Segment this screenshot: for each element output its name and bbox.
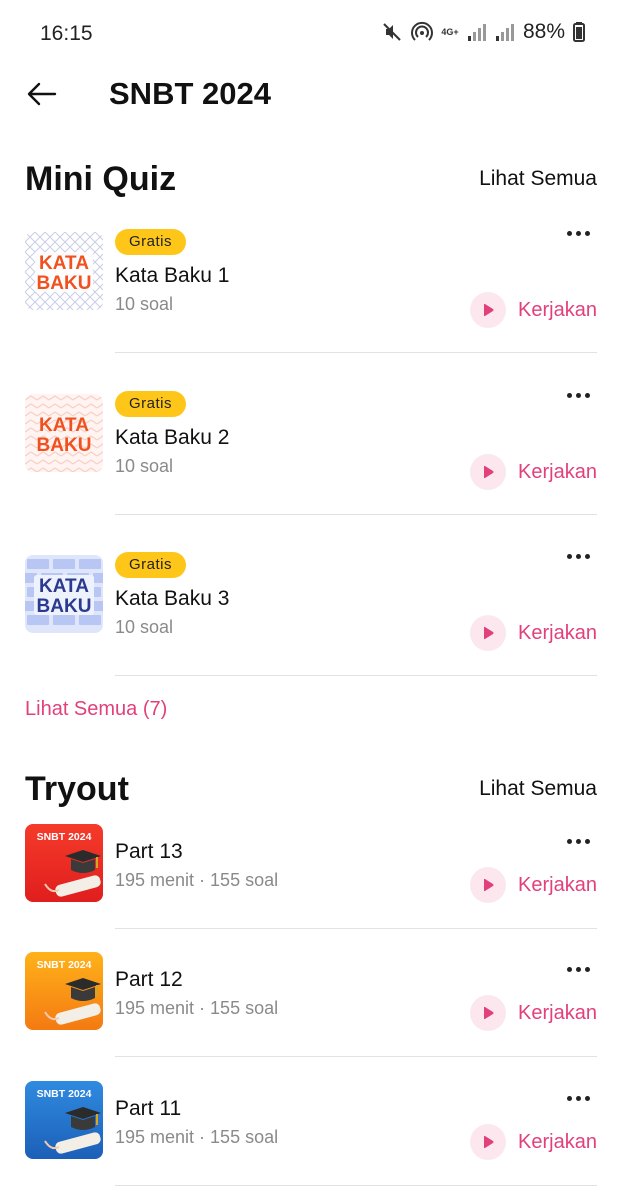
play-icon bbox=[470, 615, 506, 651]
divider bbox=[115, 1185, 597, 1186]
list-item[interactable]: KATA BAKU Gratis Kata Baku 3 10 soal Ker… bbox=[0, 543, 621, 677]
network-type: 4G+ bbox=[441, 26, 459, 37]
tryout-thumbnail: SNBT 2024 bbox=[25, 1081, 103, 1159]
quiz-thumbnail: KATA BAKU bbox=[25, 232, 103, 310]
arrow-left-icon bbox=[27, 82, 57, 111]
thumb-text: BAKU bbox=[36, 435, 92, 456]
divider bbox=[115, 1056, 597, 1057]
divider bbox=[115, 514, 597, 515]
thumb-text: KATA bbox=[39, 576, 89, 597]
play-icon bbox=[470, 454, 506, 490]
tryout-see-all-link[interactable]: Lihat Semua bbox=[479, 777, 597, 801]
tryout-thumbnail: SNBT 2024 bbox=[25, 824, 103, 902]
start-button[interactable]: Kerjakan bbox=[470, 454, 597, 490]
quiz-thumbnail: KATA BAKU bbox=[25, 555, 103, 633]
thumb-text: BAKU bbox=[36, 273, 92, 294]
signal-icon bbox=[467, 22, 487, 42]
free-badge: Gratis bbox=[115, 391, 187, 417]
list-item[interactable]: SNBT 2024 Part 12 195 menit · 155 soal K… bbox=[0, 950, 621, 1058]
free-badge: Gratis bbox=[115, 552, 187, 578]
start-label: Kerjakan bbox=[518, 1130, 597, 1153]
start-label: Kerjakan bbox=[518, 298, 597, 321]
item-title: Kata Baku 1 bbox=[115, 264, 230, 287]
more-options-button[interactable] bbox=[562, 545, 594, 567]
tryout-header: Tryout Lihat Semua bbox=[25, 770, 597, 814]
thumb-label: SNBT 2024 bbox=[36, 1088, 92, 1100]
list-item[interactable]: SNBT 2024 Part 11 195 menit · 155 soal K… bbox=[0, 1079, 621, 1189]
list-item[interactable]: KATA BAKU Gratis Kata Baku 2 10 soal Ker… bbox=[0, 382, 621, 516]
mini-quiz-header: Mini Quiz Lihat Semua bbox=[25, 160, 597, 204]
section-title: Mini Quiz bbox=[25, 160, 177, 198]
item-title: Part 12 bbox=[115, 968, 183, 991]
tryout-thumbnail: SNBT 2024 bbox=[25, 952, 103, 1030]
start-label: Kerjakan bbox=[518, 460, 597, 483]
more-options-button[interactable] bbox=[562, 222, 594, 244]
item-subtitle: 10 soal bbox=[115, 456, 174, 476]
thumb-label: SNBT 2024 bbox=[36, 959, 92, 971]
battery-icon bbox=[573, 22, 585, 42]
start-label: Kerjakan bbox=[518, 1001, 597, 1024]
more-options-button[interactable] bbox=[562, 1087, 594, 1109]
item-subtitle: 10 soal bbox=[115, 294, 174, 314]
start-button[interactable]: Kerjakan bbox=[470, 292, 597, 328]
battery-percent: 88% bbox=[522, 20, 565, 43]
item-subtitle: 195 menit · 155 soal bbox=[115, 1127, 279, 1147]
item-title: Part 11 bbox=[115, 1097, 182, 1120]
play-icon bbox=[470, 995, 506, 1031]
section-title: Tryout bbox=[25, 770, 129, 808]
start-label: Kerjakan bbox=[518, 621, 597, 644]
start-button[interactable]: Kerjakan bbox=[470, 867, 597, 903]
start-button[interactable]: Kerjakan bbox=[470, 615, 597, 651]
status-time: 16:15 bbox=[40, 22, 93, 45]
status-icons: 4G+ 88% bbox=[381, 20, 585, 44]
start-label: Kerjakan bbox=[518, 873, 597, 896]
app-header: SNBT 2024 bbox=[0, 68, 621, 120]
list-item[interactable]: KATA BAKU Gratis Kata Baku 1 10 soal Ker… bbox=[0, 220, 621, 354]
item-subtitle: 10 soal bbox=[115, 617, 174, 637]
mute-icon bbox=[381, 21, 403, 43]
item-subtitle: 195 menit · 155 soal bbox=[115, 998, 279, 1018]
free-badge: Gratis bbox=[115, 229, 187, 255]
item-subtitle: 195 menit · 155 soal bbox=[115, 870, 279, 890]
item-title: Kata Baku 2 bbox=[115, 426, 230, 449]
thumb-text: BAKU bbox=[36, 596, 92, 617]
item-title: Part 13 bbox=[115, 840, 183, 863]
mini-quiz-see-all-count-link[interactable]: Lihat Semua (7) bbox=[25, 698, 167, 721]
thumb-label: SNBT 2024 bbox=[36, 831, 92, 843]
thumb-text: KATA bbox=[39, 253, 89, 274]
more-options-button[interactable] bbox=[562, 384, 594, 406]
quiz-thumbnail: KATA BAKU bbox=[25, 394, 103, 472]
play-icon bbox=[470, 292, 506, 328]
more-options-button[interactable] bbox=[562, 958, 594, 980]
signal-icon bbox=[495, 22, 515, 42]
mini-quiz-see-all-link[interactable]: Lihat Semua bbox=[479, 167, 597, 191]
start-button[interactable]: Kerjakan bbox=[470, 995, 597, 1031]
thumb-text: KATA bbox=[39, 415, 89, 436]
divider bbox=[115, 675, 597, 676]
list-item[interactable]: SNBT 2024 Part 13 195 menit · 155 soal K… bbox=[0, 822, 621, 930]
back-button[interactable] bbox=[24, 78, 60, 114]
play-icon bbox=[470, 867, 506, 903]
start-button[interactable]: Kerjakan bbox=[470, 1124, 597, 1160]
status-bar: 16:15 4G+ 88% bbox=[0, 0, 621, 68]
more-options-button[interactable] bbox=[562, 830, 594, 852]
item-title: Kata Baku 3 bbox=[115, 587, 230, 610]
divider bbox=[115, 928, 597, 929]
divider bbox=[115, 352, 597, 353]
play-icon bbox=[470, 1124, 506, 1160]
page-title: SNBT 2024 bbox=[109, 76, 271, 111]
hotspot-icon bbox=[410, 21, 433, 43]
